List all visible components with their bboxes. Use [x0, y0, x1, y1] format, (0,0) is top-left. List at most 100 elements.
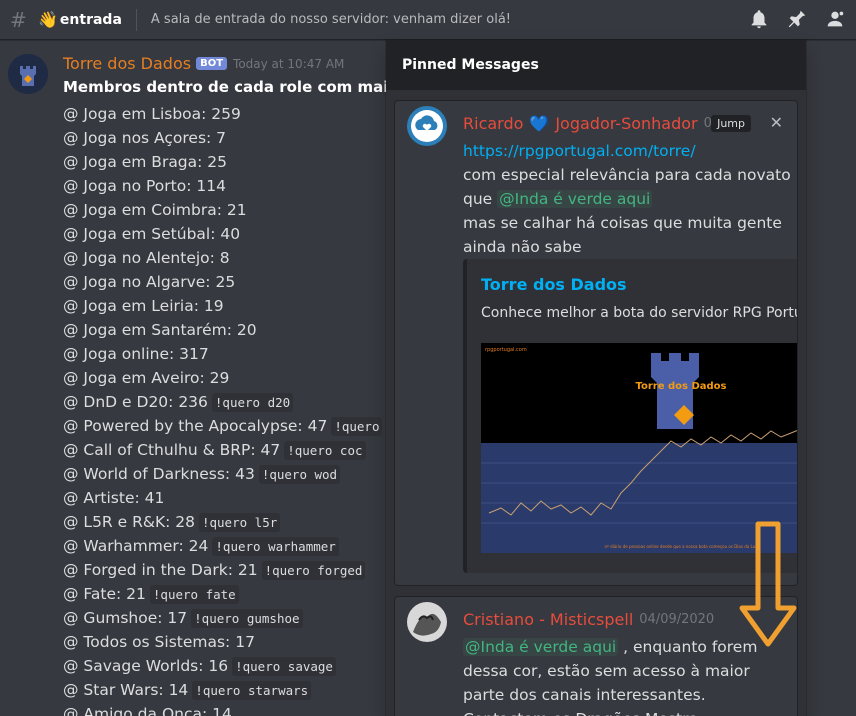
role-count-text: @ Joga nos Açores: 7: [63, 129, 227, 147]
role-count-text: @ Joga online: 317: [63, 345, 209, 363]
down-arrow-icon: [739, 521, 797, 647]
command-code: !quero starwars: [192, 681, 312, 700]
pinned-message-header: Cristiano - Misticspell 04/09/2020: [463, 610, 714, 629]
role-count-line: @ Joga em Leiria: 19: [63, 294, 382, 318]
role-count-line: @ Powered by the Apocalypse: 47 !quero: [63, 414, 383, 438]
role-count-line: @ Savage Worlds: 16 !quero savage: [63, 654, 382, 678]
role-count-line: @ Fate: 21 !quero fate: [63, 582, 382, 606]
user-avatar[interactable]: [407, 106, 447, 146]
message-link[interactable]: https://rpgportugal.com/torre/: [463, 142, 696, 160]
role-count-text: @ Joga em Braga: 25: [63, 153, 228, 171]
close-icon[interactable]: ✕: [770, 113, 783, 132]
role-count-text: @ Joga em Leiria: 19: [63, 297, 224, 315]
message-timestamp: Today at 10:47 AM: [233, 56, 345, 71]
command-code: !quero wod: [258, 465, 341, 484]
role-list: @ Joga em Lisboa: 259 @ Joga nos Açores: …: [63, 102, 383, 716]
role-count-line: @ Joga em Aveiro: 29: [63, 366, 382, 390]
jump-button[interactable]: Jump: [711, 115, 751, 132]
role-count-line: @ Joga no Algarve: 25: [63, 270, 382, 294]
role-count-text: @ Joga em Lisboa: 259: [63, 105, 241, 123]
role-count-text: @ Artiste: 41: [63, 489, 165, 507]
role-count-text: @ Todos os Sistemas: 17: [63, 633, 255, 651]
author-name[interactable]: Cristiano - Misticspell: [463, 610, 633, 629]
role-count-line: @ Joga em Santarém: 20: [63, 318, 382, 342]
hash-icon: #: [10, 7, 27, 32]
command-code: !quero coc: [284, 441, 366, 460]
role-count-line: @ Joga no Alentejo: 8: [63, 246, 382, 270]
role-count-text: @ Joga no Algarve: 25: [63, 273, 236, 291]
role-count-line: @ Gumshoe: 17 !quero gumshoe: [63, 606, 382, 630]
role-count-text: @ Joga no Alentejo: 8: [63, 249, 230, 267]
message-timestamp: 04/09/2020: [639, 612, 715, 627]
pinned-message-header: Ricardo 💙 Jogador-Sonhador 05/: [463, 114, 725, 133]
role-mention[interactable]: @Inda é verde aqui: [497, 190, 653, 208]
channel-header: # 👋 entrada A sala de entrada do nosso s…: [0, 0, 856, 40]
role-count-text: @ Gumshoe: 17: [63, 609, 188, 627]
embed-description: Conhece melhor a bota do servidor RPG Po…: [481, 305, 798, 321]
message-line: ainda não sabe: [463, 238, 582, 256]
pin-icon[interactable]: [786, 8, 808, 30]
role-count-line: @ L5R e R&K: 28 !quero l5r: [63, 510, 382, 534]
members-icon[interactable]: [824, 8, 846, 30]
role-count-line: @ Forged in the Dark: 21 !quero forged: [63, 558, 382, 582]
channel-topic[interactable]: A sala de entrada do nosso servidor: ven…: [151, 12, 511, 27]
role-count-text: @ Joga em Coimbra: 21: [63, 201, 247, 219]
header-divider: [135, 8, 137, 31]
role-count-text: @ L5R e R&K: 28: [63, 513, 195, 531]
message-header: Torre dos Dados BOT Today at 10:47 AM: [63, 54, 344, 73]
command-code: !quero l5r: [198, 513, 281, 532]
command-code: !quero gumshoe: [191, 609, 303, 628]
message-line: com especial relevância para cada novato: [463, 166, 791, 184]
role-count-line: @ Joga no Porto: 114: [63, 174, 382, 198]
role-count-line: @ World of Darkness: 43 !quero wod: [63, 462, 382, 486]
bell-icon[interactable]: [748, 8, 770, 30]
role-count-text: @ Joga no Porto: 114: [63, 177, 226, 195]
role-count-text: @ Amigo da Onça: 14: [63, 705, 232, 716]
role-count-text: @ Star Wars: 14: [63, 681, 189, 699]
role-count-text: @ Call of Cthulhu & BRP: 47: [63, 441, 281, 459]
bot-badge: BOT: [196, 57, 228, 70]
role-count-line: @ Joga em Braga: 25: [63, 150, 382, 174]
channel-name: entrada: [59, 11, 122, 28]
role-count-line: @ Joga em Coimbra: 21: [63, 198, 382, 222]
author-name[interactable]: Torre dos Dados: [63, 54, 191, 73]
role-mention[interactable]: @Inda é verde aqui: [463, 638, 619, 656]
role-count-text: @ Forged in the Dark: 21: [63, 561, 258, 579]
role-count-line: @ DnD e D20: 236 !quero d20: [63, 390, 382, 414]
role-count-line: @ Joga em Lisboa: 259: [63, 102, 382, 126]
pinned-message-body: https://rpgportugal.com/torre/ com espec…: [463, 139, 793, 259]
author-nickname[interactable]: Jogador-Sonhador: [555, 114, 697, 133]
pinned-title: Pinned Messages: [386, 40, 806, 90]
header-toolbar: [748, 8, 846, 30]
message-heading: Membros dentro de cada role com mais de: [63, 78, 424, 96]
command-code: !quero warhammer: [212, 537, 339, 556]
command-code: !quero savage: [232, 657, 336, 676]
role-count-text: @ Joga em Santarém: 20: [63, 321, 257, 339]
embed-image-site: rpgportugal.com: [485, 347, 527, 353]
role-count-text: @ DnD e D20: 236: [63, 393, 208, 411]
message-line: dessa cor, estão sem acesso à maior: [463, 662, 750, 680]
embed-title[interactable]: Torre dos Dados: [481, 275, 627, 294]
role-count-line: @ Star Wars: 14 !quero starwars: [63, 678, 382, 702]
heart-icon: 💙: [529, 114, 550, 133]
role-count-text: @ Warhammer: 24: [63, 537, 209, 555]
embed-image-title: Torre dos Dados: [636, 381, 727, 392]
user-avatar[interactable]: [407, 602, 447, 642]
role-count-text: @ Fate: 21: [63, 585, 146, 603]
role-count-text: @ Savage Worlds: 16: [63, 657, 229, 675]
role-count-line: @ Amigo da Onça: 14: [63, 702, 382, 716]
role-count-text: @ Powered by the Apocalypse: 47: [63, 417, 328, 435]
bot-avatar[interactable]: [8, 54, 48, 94]
pinned-message[interactable]: Ricardo 💙 Jogador-Sonhador 05/ Jump ✕ ht…: [394, 100, 798, 586]
role-count-text: @ World of Darkness: 43: [63, 465, 255, 483]
role-count-line: @ Warhammer: 24 !quero warhammer: [63, 534, 382, 558]
message-text: que: [463, 190, 498, 208]
role-count-line: @ Joga online: 317: [63, 342, 382, 366]
command-code: !quero d20: [211, 393, 294, 412]
message-line: Contactem os Dragões Mestre: [463, 707, 793, 716]
command-code: !quero: [331, 417, 383, 436]
author-name[interactable]: Ricardo: [463, 114, 523, 133]
role-count-line: @ Joga nos Açores: 7: [63, 126, 382, 150]
role-count-line: @ Todos os Sistemas: 17: [63, 630, 382, 654]
role-count-line: @ Artiste: 41: [63, 486, 382, 510]
